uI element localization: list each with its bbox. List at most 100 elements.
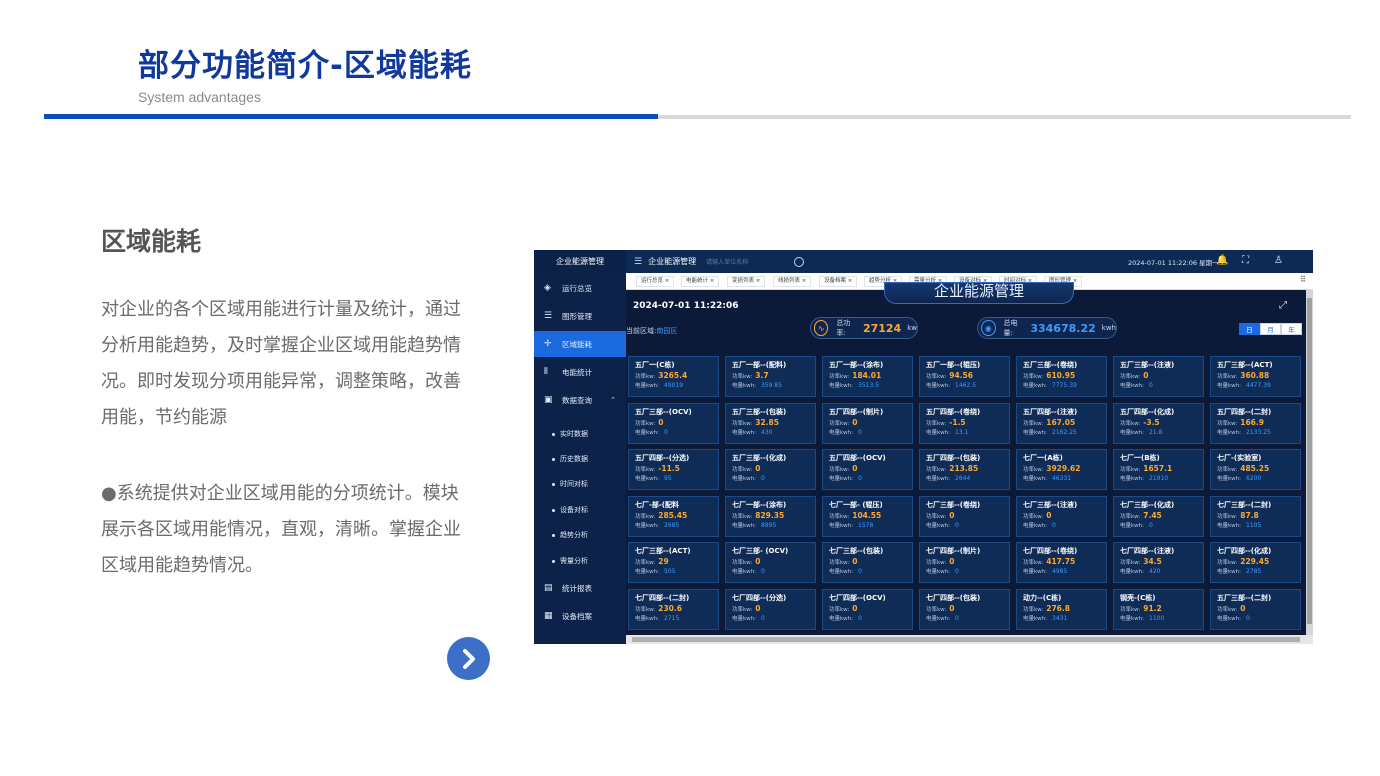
- region-card[interactable]: 动力--(C栋) 功率kw: 276.8 电量kwh: 3431: [1016, 588, 1107, 630]
- region-card-energy-row: 电量kwh: 0: [1120, 521, 1197, 529]
- power-label: 功率kw:: [829, 420, 850, 427]
- sidebar-item-graphics[interactable]: ☰ 图形管理: [534, 303, 626, 329]
- region-card[interactable]: 五厂四部--(包装) 功率kw: 213.85 电量kwh: 2644: [919, 449, 1010, 490]
- region-card[interactable]: 五厂四部--(分选) 功率kw: -11.5 电量kwh: 95: [628, 449, 719, 490]
- region-card-power-row: 功率kw: 0: [732, 557, 809, 566]
- energy-value: 0: [858, 568, 862, 575]
- region-card[interactable]: 五厂三部--(注液) 功率kw: 0 电量kwh: 0: [1113, 356, 1204, 397]
- sidebar-item-region-energy[interactable]: ✛ 区域能耗: [534, 331, 626, 357]
- sidebar-item-time-bench[interactable]: 时间对标: [534, 471, 626, 497]
- region-card[interactable]: 七厂-部-(配料 功率kw: 285.45 电量kwh: 2685: [628, 495, 719, 537]
- region-card[interactable]: 七厂三部--(二封) 功率kw: 87.8 电量kwh: 1105: [1210, 495, 1301, 537]
- region-card[interactable]: 七厂三部--(化成) 功率kw: 7.45 电量kwh: 0: [1113, 495, 1204, 537]
- tab-device-archive[interactable]: 设备档案 ×: [819, 276, 858, 287]
- region-card[interactable]: 五厂三部--(二封) 功率kw: 0 电量kwh: 0: [1210, 588, 1301, 630]
- search-input[interactable]: 请输入单位名称: [706, 257, 786, 266]
- sidebar-item-power-stats[interactable]: ⫴ 电能统计: [534, 359, 626, 385]
- region-card[interactable]: 七厂一(B栋) 功率kw: 1657.1 电量kwh: 21910: [1113, 449, 1204, 490]
- region-card[interactable]: 七厂三部--(卷绕) 功率kw: 0 电量kwh: 0: [919, 495, 1010, 537]
- period-month[interactable]: 月: [1260, 323, 1281, 335]
- power-label: 功率kw:: [829, 560, 850, 566]
- region-card[interactable]: 五厂四部--(制片) 功率kw: 0 电量kwh: 0: [822, 402, 913, 444]
- region-card[interactable]: 五厂一部--(配料) 功率kw: 3.7 电量kwh: 359.85: [725, 356, 816, 397]
- region-card[interactable]: 五厂三部--(卷绕) 功率kw: 610.95 电量kwh: 7775.39: [1016, 356, 1107, 397]
- region-card[interactable]: 七厂四部--(注液) 功率kw: 34.5 电量kwh: 420: [1113, 542, 1204, 583]
- sidebar-item-data-query[interactable]: ▣ 数据查询 ⌃: [534, 387, 626, 413]
- region-card[interactable]: 五厂四部--(二封) 功率kw: 166.9 电量kwh: 2133.25: [1210, 402, 1301, 444]
- sidebar-item-realtime[interactable]: 实时数据: [534, 421, 626, 447]
- region-card[interactable]: 五厂三部--(包装) 功率kw: 32.85 电量kwh: 430: [725, 402, 816, 444]
- region-card[interactable]: 七厂四部--(卷绕) 功率kw: 417.75 电量kwh: 4985: [1016, 542, 1107, 583]
- region-card[interactable]: 五厂一部--(辊压) 功率kw: 94.56 电量kwh: 1462.5: [919, 356, 1010, 397]
- energy-label: 电量kwh:: [732, 429, 757, 436]
- region-card[interactable]: 七厂三部- (OCV) 功率kw: 0 电量kwh: 0: [725, 542, 816, 583]
- expand-icon[interactable]: ⤢: [1279, 300, 1287, 311]
- tab-overview[interactable]: 运行总览 ×: [636, 276, 675, 287]
- total-power-pill: ∿ 总功率: 27124 kw: [810, 317, 918, 339]
- tab-line-loss[interactable]: 线损列表 ×: [773, 276, 812, 287]
- energy-value: 21910: [1149, 475, 1169, 482]
- region-card[interactable]: 五厂三部--(OCV) 功率kw: 0 电量kwh: 0: [628, 402, 719, 444]
- region-card[interactable]: 七厂四部--(OCV) 功率kw: 0 电量kwh: 0: [822, 588, 913, 630]
- region-card[interactable]: 五厂四部--(OCV) 功率kw: 0 电量kwh: 0: [822, 449, 913, 490]
- grid-icon[interactable]: ⠿: [1300, 275, 1306, 284]
- energy-value: 7775.39: [1052, 382, 1077, 389]
- region-card[interactable]: 七厂一部- (辊压) 功率kw: 104.55 电量kwh: 1578: [822, 495, 913, 537]
- region-card[interactable]: 七厂三部--(ACT) 功率kw: 29 电量kwh: 505: [628, 542, 719, 583]
- energy-label: 电量kwh:: [1217, 569, 1242, 575]
- region-card[interactable]: 七厂三部--(包装) 功率kw: 0 电量kwh: 0: [822, 542, 913, 583]
- sidebar-item-device-archive[interactable]: ▦ 设备档案: [534, 603, 626, 629]
- energy-label: 电量kwh:: [1023, 476, 1048, 482]
- menu-icon[interactable]: ☰: [634, 257, 642, 267]
- fullscreen-icon[interactable]: ⛶: [1242, 255, 1249, 266]
- region-card[interactable]: 五厂三部--(化成) 功率kw: 0 电量kwh: 0: [725, 449, 816, 490]
- region-card[interactable]: 七厂四部--(二封) 功率kw: 230.6 电量kwh: 2715: [628, 588, 719, 630]
- power-label: 功率kw:: [926, 606, 947, 613]
- next-button[interactable]: [447, 637, 490, 680]
- region-value[interactable]: 南园区: [656, 327, 677, 335]
- region-card[interactable]: 五厂四部--(卷绕) 功率kw: -1.5 电量kwh: 13.1: [919, 402, 1010, 444]
- sidebar-item-device-bench[interactable]: 设备对标: [534, 497, 626, 523]
- region-card[interactable]: 七厂-(实验室) 功率kw: 485.25 电量kwh: 6200: [1210, 449, 1301, 490]
- region-card[interactable]: 钢壳-(C栋) 功率kw: 91.2 电量kwh: 1100: [1113, 588, 1204, 630]
- period-year[interactable]: 年: [1281, 323, 1302, 335]
- energy-value: 1100: [1149, 614, 1165, 622]
- region-card[interactable]: 七厂三部--(注液) 功率kw: 0 电量kwh: 0: [1016, 495, 1107, 537]
- energy-value: 2162.25: [1052, 428, 1077, 436]
- region-card[interactable]: 五厂一部--(涂布) 功率kw: 184.01 电量kwh: 3513.5: [822, 356, 913, 397]
- region-card-name: 七厂四部--(OCV): [829, 593, 886, 602]
- total-energy-unit: kwh: [1101, 324, 1116, 332]
- region-card[interactable]: 五厂四部--(化成) 功率kw: -3.5 电量kwh: 21.8: [1113, 402, 1204, 444]
- sidebar-item-demand[interactable]: 需量分析: [534, 548, 626, 574]
- search-icon[interactable]: [794, 256, 805, 267]
- horizontal-scrollbar[interactable]: [626, 635, 1313, 644]
- sidebar-item-trend[interactable]: 趋势分析: [534, 522, 626, 548]
- region-card-name: 七厂四部--(二封): [635, 593, 690, 602]
- sidebar-item-history[interactable]: 历史数据: [534, 446, 626, 472]
- region-card[interactable]: 五厂三部--(ACT) 功率kw: 360.88 电量kwh: 4477.39: [1210, 356, 1301, 397]
- region-card-energy-row: 电量kwh: 21.8: [1120, 428, 1197, 436]
- bell-icon[interactable]: 🔔: [1216, 255, 1228, 266]
- sidebar-item-label: 区域能耗: [562, 339, 592, 349]
- user-icon[interactable]: ♙: [1274, 255, 1283, 266]
- region-card[interactable]: 七厂四部--(分选) 功率kw: 0 电量kwh: 0: [725, 588, 816, 630]
- tab-power-stats[interactable]: 电能统计 ×: [681, 276, 720, 287]
- region-card-power-row: 功率kw: 0: [635, 418, 712, 427]
- power-value: 0: [658, 417, 664, 427]
- region-card[interactable]: 七厂一(A栋) 功率kw: 3929.62 电量kwh: 46331: [1016, 449, 1107, 490]
- region-card[interactable]: 七厂四部--(制片) 功率kw: 0 电量kwh: 0: [919, 542, 1010, 583]
- total-power-value: 27124: [862, 321, 902, 335]
- region-card[interactable]: 五厂四部--(注液) 功率kw: 167.05 电量kwh: 2162.25: [1016, 402, 1107, 444]
- period-day[interactable]: 日: [1239, 323, 1260, 335]
- region-card-name: 五厂三部--(卷绕): [1023, 361, 1078, 369]
- region-card[interactable]: 五厂一(C栋) 功率kw: 3265.4 电量kwh: 49019: [628, 356, 719, 397]
- region-card-power-row: 功率kw: 360.88: [1217, 371, 1294, 380]
- region-card[interactable]: 七厂一部--(涂布) 功率kw: 829.35 电量kwh: 8895: [725, 495, 816, 537]
- region-card[interactable]: 七厂四部--(包装) 功率kw: 0 电量kwh: 0: [919, 588, 1010, 630]
- sidebar-item-reports[interactable]: ▤ 统计报表: [534, 575, 626, 601]
- sidebar-item-overview[interactable]: ◈ 运行总览: [534, 275, 626, 301]
- vertical-scrollbar[interactable]: [1306, 290, 1313, 635]
- slide: 部分功能简介-区域能耗 System advantages 区域能耗 对企业的各…: [0, 0, 1380, 776]
- tab-transformer-loss[interactable]: 变损列表 ×: [727, 276, 766, 287]
- region-card[interactable]: 七厂四部--(化成) 功率kw: 229.45 电量kwh: 2785: [1210, 542, 1301, 583]
